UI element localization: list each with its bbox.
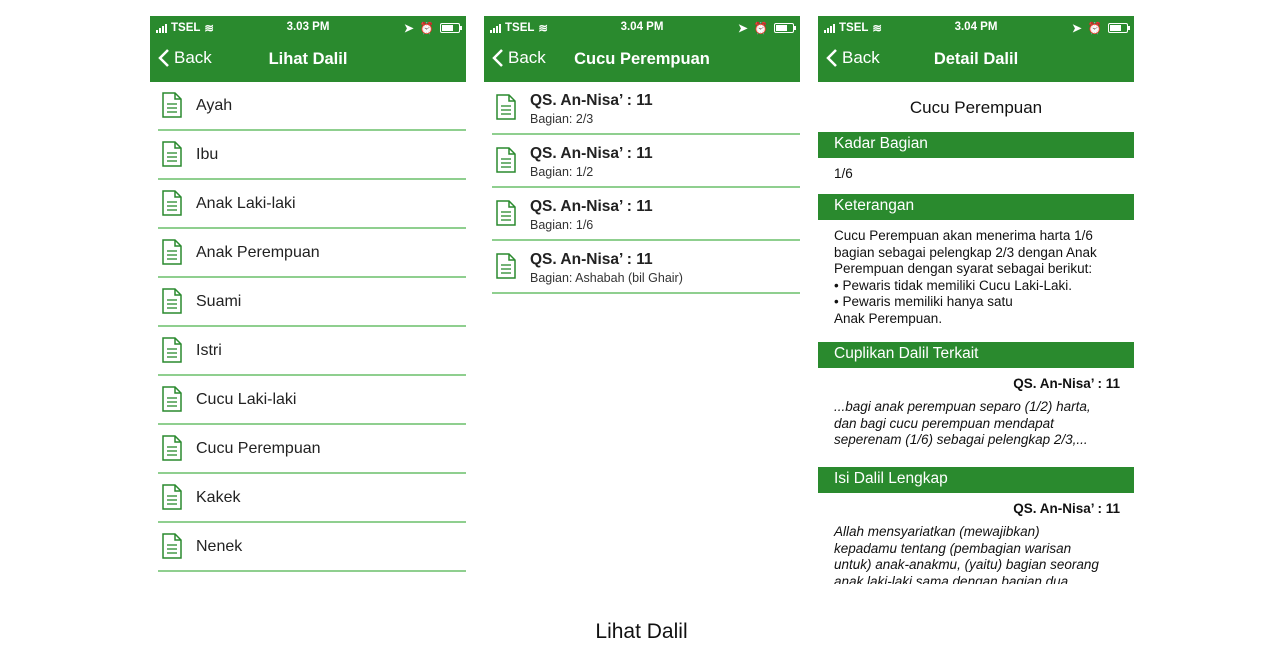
section-cuplikan-dalil: Cuplikan Dalil Terkait — [818, 342, 1134, 368]
section-keterangan: Keterangan — [818, 194, 1134, 220]
document-icon — [162, 337, 182, 363]
nav-bar: Back Detail Dalil — [818, 38, 1134, 82]
screen-cucu-perempuan: TSEL ≋ 3.04 PM ➤ ⏰ Back Cucu Perempuan QS.… — [484, 16, 800, 584]
document-icon — [496, 253, 516, 279]
status-bar: TSEL ≋ 3.04 PM ➤ ⏰ — [818, 16, 1134, 38]
status-bar: TSEL ≋ 3.03 PM ➤ ⏰ — [150, 16, 466, 38]
list-item-label: Cucu Perempuan — [196, 440, 321, 457]
document-icon — [496, 200, 516, 226]
alarm-icon: ⏰ — [753, 23, 768, 35]
document-icon — [162, 484, 182, 510]
dalil-item[interactable]: QS. An-Nisa’ : 11 Bagian: 1/2 — [492, 135, 800, 188]
section-kadar-bagian: Kadar Bagian — [818, 132, 1134, 158]
dalil-bagian: Bagian: 1/2 — [530, 165, 594, 179]
figure-caption: Lihat Dalil — [595, 620, 688, 643]
detail-heading: Cucu Perempuan — [909, 98, 1043, 117]
document-icon — [496, 147, 516, 173]
alarm-icon: ⏰ — [419, 23, 434, 35]
list-item-label: Ayah — [196, 97, 233, 114]
list-item-label: Istri — [196, 342, 222, 359]
screen-detail-dalil: TSEL ≋ 3.04 PM ➤ ⏰ Back Detail Dalil Cucu … — [818, 16, 1134, 584]
list-item[interactable]: Nenek — [158, 523, 466, 572]
alarm-icon: ⏰ — [1087, 23, 1102, 35]
screen-lihat-dalil: TSEL ≋ 3.03 PM ➤ ⏰ Back Lihat Dalil Ayah Ib… — [150, 16, 466, 584]
location-icon: ➤ — [1072, 23, 1082, 35]
battery-icon — [1108, 23, 1130, 33]
document-icon — [162, 533, 182, 559]
list-item-label: Ibu — [196, 146, 219, 163]
dalil-bagian: Bagian: Ashabah (bil Ghair) — [530, 271, 683, 285]
list-item[interactable]: Kakek — [158, 474, 466, 523]
dalil-item[interactable]: QS. An-Nisa’ : 11 Bagian: Ashabah (bil Gh… — [492, 241, 800, 294]
cuplikan-ref: QS. An-Nisa’ : 11 — [1013, 376, 1120, 391]
keterangan-text: Cucu Perempuan akan menerima harta 1/6 b… — [834, 228, 1097, 326]
dalil-bagian: Bagian: 1/6 — [530, 218, 594, 232]
list-item-label: Nenek — [196, 538, 243, 555]
dalil-title: QS. An-Nisa’ : 11 — [530, 145, 653, 162]
list-item[interactable]: Ibu — [158, 131, 466, 180]
document-icon — [496, 94, 516, 120]
location-icon: ➤ — [404, 23, 414, 35]
section-isi-dalil: Isi Dalil Lengkap — [818, 467, 1134, 493]
list-item-label: Suami — [196, 293, 242, 310]
list-item[interactable]: Istri — [158, 327, 466, 376]
list-item[interactable]: Anak Perempuan — [158, 229, 466, 278]
page-title: Lihat Dalil — [268, 50, 348, 68]
kadar-value: 1/6 — [834, 166, 853, 181]
nav-bar: Back Cucu Perempuan — [484, 38, 800, 82]
heir-list: Ayah Ibu Anak Laki-laki Anak Perempuan Suami… — [150, 82, 466, 572]
isi-text: Allah mensyariatkan (mewajibkan) kepadam… — [834, 524, 1099, 584]
battery-icon — [774, 23, 796, 33]
list-item[interactable]: Cucu Laki-laki — [158, 376, 466, 425]
document-icon — [162, 239, 182, 265]
dalil-list: QS. An-Nisa’ : 11 Bagian: 2/3 QS. An-Nisa’… — [484, 82, 800, 294]
document-icon — [162, 288, 182, 314]
nav-bar: Back Lihat Dalil — [150, 38, 466, 82]
list-item[interactable]: Suami — [158, 278, 466, 327]
dalil-item[interactable]: QS. An-Nisa’ : 11 Bagian: 2/3 — [492, 82, 800, 135]
list-item[interactable]: Cucu Perempuan — [158, 425, 466, 474]
document-icon — [162, 92, 182, 118]
list-item-label: Cucu Laki-laki — [196, 391, 297, 408]
list-item[interactable]: Anak Laki-laki — [158, 180, 466, 229]
dalil-title: QS. An-Nisa’ : 11 — [530, 251, 653, 268]
list-item-label: Anak Laki-laki — [196, 195, 296, 212]
cuplikan-text: ...bagi anak perempuan separo (1/2) hart… — [834, 399, 1091, 447]
dalil-title: QS. An-Nisa’ : 11 — [530, 92, 653, 109]
isi-ref: QS. An-Nisa’ : 11 — [1013, 501, 1120, 516]
page-title: Cucu Perempuan — [574, 50, 710, 68]
document-icon — [162, 141, 182, 167]
dalil-bagian: Bagian: 2/3 — [530, 112, 594, 126]
location-icon: ➤ — [738, 23, 748, 35]
list-item-label: Kakek — [196, 489, 241, 506]
document-icon — [162, 190, 182, 216]
document-icon — [162, 435, 182, 461]
status-bar: TSEL ≋ 3.04 PM ➤ ⏰ — [484, 16, 800, 38]
list-item-label: Anak Perempuan — [196, 244, 320, 261]
dalil-item[interactable]: QS. An-Nisa’ : 11 Bagian: 1/6 — [492, 188, 800, 241]
list-item[interactable]: Ayah — [158, 82, 466, 131]
page-title: Detail Dalil — [933, 50, 1019, 68]
dalil-title: QS. An-Nisa’ : 11 — [530, 198, 653, 215]
battery-icon — [440, 23, 462, 33]
document-icon — [162, 386, 182, 412]
